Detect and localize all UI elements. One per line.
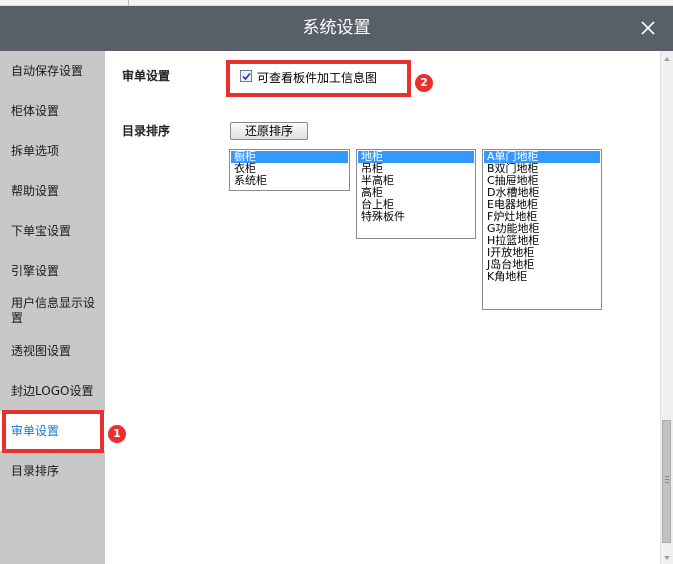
sidebar-item-label: 下单宝设置 — [11, 224, 72, 238]
sidebar-item-label: 拆单选项 — [11, 144, 60, 158]
sidebar-item-label: 帮助设置 — [11, 184, 60, 198]
review-section-label: 审单设置 — [122, 69, 171, 83]
category-list-3[interactable]: A单门地柜 B双门地柜 C抽屉地柜 D水槽地柜 E电器地柜 F炉灶地柜 G功能地… — [482, 149, 602, 310]
top-strip-divider — [128, 0, 129, 5]
catalog-section-label: 目录排序 — [122, 124, 171, 138]
scroll-down-arrow-icon[interactable] — [664, 556, 670, 560]
scroll-up-arrow-icon[interactable] — [664, 57, 670, 61]
scrollbar-thumb[interactable] — [662, 420, 671, 543]
highlight-box-2 — [226, 60, 411, 97]
title-bar: 系统设置 — [0, 6, 673, 51]
grip-line — [665, 476, 669, 477]
window-title: 系统设置 — [302, 18, 371, 38]
sidebar-item-label: 用户信息显示设置 — [11, 296, 96, 325]
close-icon[interactable] — [637, 17, 659, 39]
restore-sort-button[interactable]: 还原排序 — [230, 122, 308, 140]
sidebar-item-edge-logo[interactable]: 封边LOGO设置 — [0, 371, 105, 411]
sidebar-item-order-bao[interactable]: 下单宝设置 — [0, 211, 105, 251]
annotation-marker-1: 1 — [108, 425, 126, 443]
sidebar-item-auto-save[interactable]: 自动保存设置 — [0, 51, 105, 91]
category-list-1[interactable]: 橱柜 衣柜 系统柜 — [229, 149, 350, 191]
list-item[interactable]: 系统柜 — [231, 175, 348, 187]
highlight-box-1 — [2, 410, 104, 453]
sidebar-item-label: 柜体设置 — [11, 104, 60, 118]
sidebar-item-engine[interactable]: 引擎设置 — [0, 251, 105, 291]
sidebar-item-catalog-sort[interactable]: 目录排序 — [0, 451, 105, 491]
vertical-scrollbar[interactable] — [660, 51, 673, 564]
sidebar-item-perspective[interactable]: 透视图设置 — [0, 331, 105, 371]
sidebar: 自动保存设置 柜体设置 拆单选项 帮助设置 下单宝设置 引擎设置 用户信息显示设… — [0, 51, 105, 564]
sidebar-item-label: 透视图设置 — [11, 344, 72, 358]
grip-line — [665, 482, 669, 483]
sidebar-item-split-order[interactable]: 拆单选项 — [0, 131, 105, 171]
sidebar-item-label: 自动保存设置 — [11, 64, 84, 78]
sidebar-item-cabinet[interactable]: 柜体设置 — [0, 91, 105, 131]
category-list-2[interactable]: 地柜 吊柜 半高柜 高柜 台上柜 特殊板件 — [356, 149, 476, 239]
sidebar-item-help[interactable]: 帮助设置 — [0, 171, 105, 211]
sidebar-item-label: 目录排序 — [11, 464, 60, 478]
list-item[interactable]: K角地柜 — [484, 271, 600, 283]
annotation-marker-2: 2 — [415, 74, 433, 92]
sidebar-item-user-info[interactable]: 用户信息显示设置 — [0, 291, 105, 331]
list-item[interactable]: 特殊板件 — [358, 211, 474, 223]
grip-line — [665, 479, 669, 480]
sidebar-item-label: 引擎设置 — [11, 264, 60, 278]
sidebar-item-label: 封边LOGO设置 — [11, 384, 94, 398]
